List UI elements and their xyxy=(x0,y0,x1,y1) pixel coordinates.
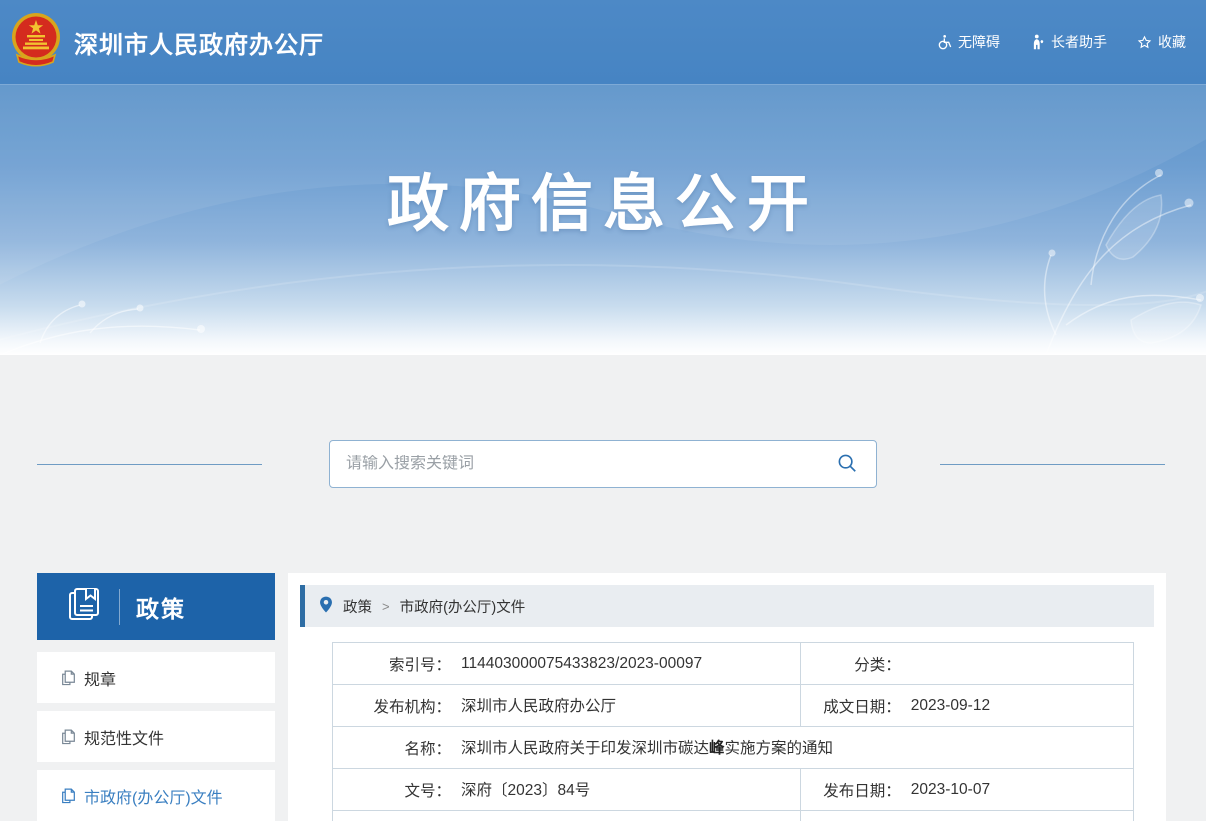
page-title: 政府信息公开 xyxy=(0,153,1206,243)
search-icon xyxy=(836,452,858,477)
issuing-agency-cell: 发布机构： 深圳市人民政府办公厅 xyxy=(333,685,801,727)
written-date-label: 成文日期： xyxy=(801,695,901,717)
document-number-cell: 文号： 深府〔2023〕84号 xyxy=(333,769,801,811)
publish-date-value: 2023-10-07 xyxy=(911,781,990,798)
written-date-value: 2023-09-12 xyxy=(911,697,990,714)
document-name-keyword-highlight: 峰 xyxy=(709,740,725,757)
table-row xyxy=(333,811,1134,821)
search-section xyxy=(0,355,1206,573)
decorative-line-right xyxy=(940,464,1165,465)
table-cell-cutoff xyxy=(800,811,1133,821)
publish-date-label: 发布日期： xyxy=(801,779,901,801)
document-number-value: 深府〔2023〕84号 xyxy=(461,782,590,799)
star-icon xyxy=(1137,35,1152,50)
table-row: 索引号： 114403000075433823/2023-00097 分类： xyxy=(333,643,1134,685)
sidebar-item-label: 规范性文件 xyxy=(84,725,164,749)
breadcrumb-root[interactable]: 政策 xyxy=(343,596,372,617)
document-metadata-table: 索引号： 114403000075433823/2023-00097 分类： 发布… xyxy=(332,642,1134,821)
wheelchair-icon xyxy=(936,34,952,50)
breadcrumb-separator: > xyxy=(382,599,390,614)
table-cell-cutoff xyxy=(333,811,801,821)
national-emblem-icon xyxy=(10,11,62,74)
category-cell: 分类： xyxy=(800,643,1133,685)
search-box xyxy=(329,440,877,488)
category-label: 分类： xyxy=(801,653,901,675)
sidebar-item-regulations[interactable]: 规章 xyxy=(37,652,275,703)
favorite-link[interactable]: 收藏 xyxy=(1137,32,1186,52)
sidebar-item-municipal-government-documents[interactable]: 市政府(办公厅)文件 xyxy=(37,770,275,821)
site-brand[interactable]: 深圳市人民政府办公厅 xyxy=(10,11,324,74)
book-icon xyxy=(65,585,103,628)
index-number-cell: 索引号： 114403000075433823/2023-00097 xyxy=(333,643,801,685)
index-number-label: 索引号： xyxy=(333,653,451,675)
elder-helper-link[interactable]: 长者助手 xyxy=(1030,32,1107,52)
main-area: 政策 规章 规范性文件 xyxy=(0,573,1206,821)
issuing-agency-label: 发布机构： xyxy=(333,695,451,717)
sidebar-header-divider xyxy=(119,589,120,625)
document-name-prefix: 深圳市人民政府关于印发深圳市碳达 xyxy=(461,740,709,757)
accessibility-link[interactable]: 无障碍 xyxy=(936,32,1000,52)
publish-date-cell: 发布日期： 2023-10-07 xyxy=(800,769,1133,811)
location-pin-icon xyxy=(319,596,333,617)
sidebar-header: 政策 xyxy=(37,573,275,640)
elder-helper-label: 长者助手 xyxy=(1051,32,1107,52)
elder-person-icon xyxy=(1030,34,1045,50)
accessibility-label: 无障碍 xyxy=(958,32,1000,52)
sidebar-menu: 规章 规范性文件 市政府(办公厅)文件 xyxy=(37,652,275,821)
table-row: 文号： 深府〔2023〕84号 发布日期： 2023-10-07 xyxy=(333,769,1134,811)
index-number-value: 114403000075433823/2023-00097 xyxy=(461,655,702,672)
top-links: 无障碍 长者助手 收藏 xyxy=(936,32,1186,52)
content-panel: 政策 > 市政府(办公厅)文件 索引号： 114403000075433823/2… xyxy=(288,573,1166,821)
sidebar-title: 政策 xyxy=(136,590,186,624)
decorative-line-left xyxy=(37,464,262,465)
document-number-label: 文号： xyxy=(333,779,451,801)
breadcrumb: 政策 > 市政府(办公厅)文件 xyxy=(300,585,1154,627)
table-row: 发布机构： 深圳市人民政府办公厅 成文日期： 2023-09-12 xyxy=(333,685,1134,727)
favorite-label: 收藏 xyxy=(1158,32,1186,52)
document-name-label: 名称： xyxy=(333,737,451,759)
document-name-suffix: 实施方案的通知 xyxy=(725,740,834,757)
search-input[interactable] xyxy=(346,455,834,473)
banner-branch-decoration xyxy=(0,235,230,355)
search-button[interactable] xyxy=(834,450,860,479)
document-name-cell: 名称： 深圳市人民政府关于印发深圳市碳达峰实施方案的通知 xyxy=(333,727,1134,769)
issuing-agency-value: 深圳市人民政府办公厅 xyxy=(461,698,616,715)
site-title[interactable]: 深圳市人民政府办公厅 xyxy=(74,25,324,60)
table-row: 名称： 深圳市人民政府关于印发深圳市碳达峰实施方案的通知 xyxy=(333,727,1134,769)
page-banner: 政府信息公开 xyxy=(0,85,1206,355)
sidebar: 政策 规章 规范性文件 xyxy=(37,573,275,821)
written-date-cell: 成文日期： 2023-09-12 xyxy=(800,685,1133,727)
sidebar-item-label: 规章 xyxy=(84,666,116,690)
sidebar-item-normative-documents[interactable]: 规范性文件 xyxy=(37,711,275,762)
sidebar-item-label: 市政府(办公厅)文件 xyxy=(84,784,223,808)
breadcrumb-current[interactable]: 市政府(办公厅)文件 xyxy=(400,596,526,617)
document-name-value: 深圳市人民政府关于印发深圳市碳达峰实施方案的通知 xyxy=(461,740,833,757)
top-header-bar: 深圳市人民政府办公厅 无障碍 长者助手 xyxy=(0,0,1206,85)
